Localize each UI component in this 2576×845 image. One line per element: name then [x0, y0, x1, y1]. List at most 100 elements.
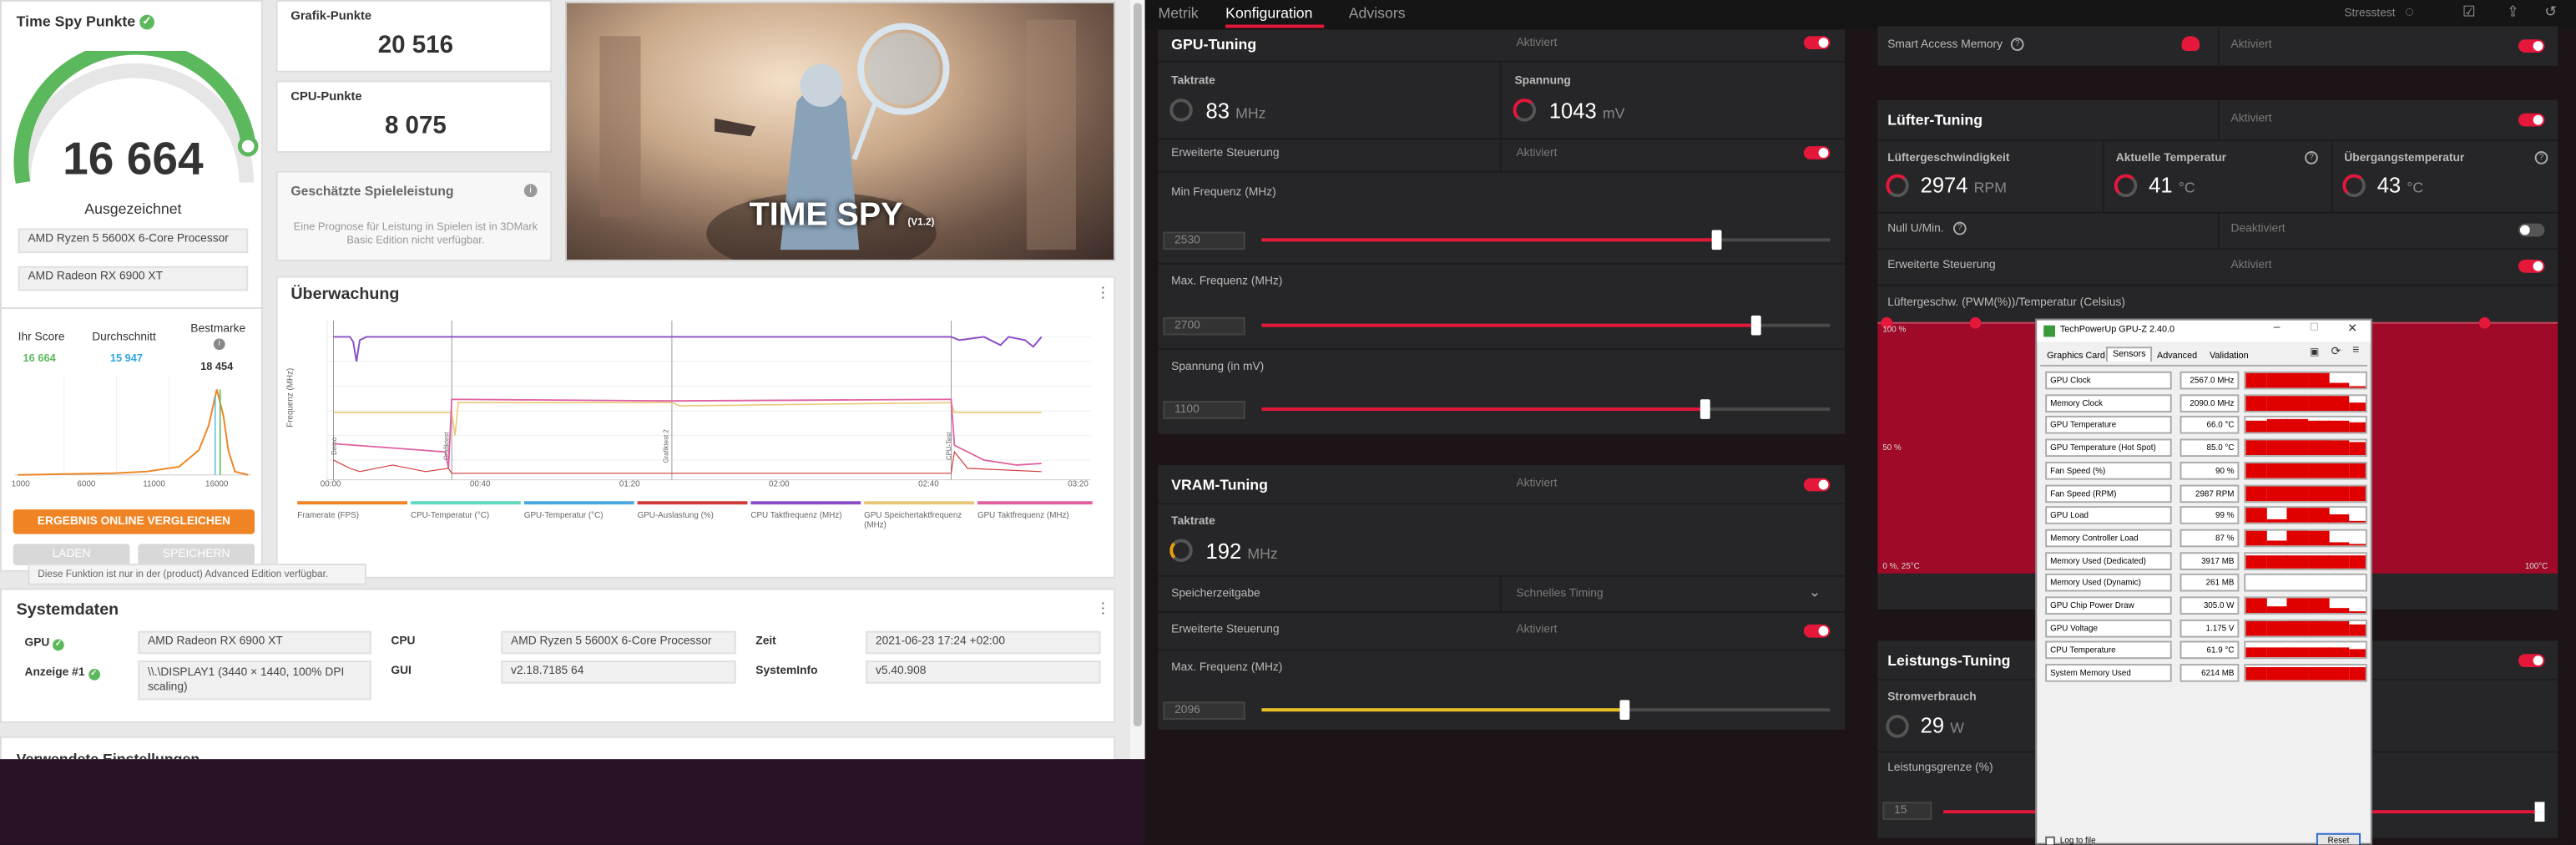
fan-curve-point[interactable] [2478, 316, 2491, 329]
reset-icon[interactable]: ↺ [2544, 3, 2557, 22]
camera-icon[interactable]: ▣ [2310, 347, 2319, 358]
power-tuning-toggle[interactable] [2518, 654, 2545, 668]
3dmark-window: Time Spy Punkte ✓ 16 664 Ausgezeichnet A… [0, 0, 1145, 760]
vram-advanced-control-toggle[interactable] [1803, 624, 1831, 638]
gpu-z-app-icon [2043, 325, 2055, 337]
junction-temperature-unit: °C [2407, 179, 2424, 196]
max-frequency-input[interactable]: 2700 [1163, 316, 1245, 336]
gui-label: GUI [391, 665, 412, 677]
menu-icon[interactable]: ≡ [2352, 345, 2359, 357]
gpuz-sensor-name[interactable]: System Memory Used [2045, 664, 2172, 682]
gpuz-graph-bar [2348, 402, 2366, 411]
more-options-icon[interactable]: ⋮ [1096, 600, 1111, 618]
scrollbar[interactable] [1129, 0, 1145, 760]
gpuz-graph-bar [2245, 589, 2267, 591]
info-icon[interactable]: i [213, 338, 225, 351]
gpuz-graph-bar [2327, 420, 2350, 433]
gpuz-tab-graphics-card[interactable]: Graphics Card [2042, 350, 2110, 363]
marker-cpu-test: CPU-Test [944, 432, 953, 461]
legend-gpu-load[interactable]: GPU-Auslastung (%) [638, 511, 748, 521]
gpuz-sensor-name[interactable]: GPU Temperature [2045, 416, 2172, 435]
gpuz-graph-bar [2265, 395, 2288, 411]
gpuz-sensor-name[interactable]: Fan Speed (RPM) [2045, 483, 2172, 503]
legend-cpu-temperature[interactable]: CPU-Temperatur (°C) [411, 511, 521, 521]
tab-configuration[interactable]: Konfiguration [1225, 5, 1312, 22]
refresh-icon[interactable]: ⟳ [2331, 345, 2341, 358]
memory-timing-dropdown[interactable]: Schnelles Timing [1516, 589, 1603, 600]
gpuz-graph-bar [2307, 667, 2329, 681]
gpuz-sensor-name[interactable]: Fan Speed (%) [2045, 461, 2172, 480]
help-icon[interactable]: ? [2305, 151, 2318, 164]
close-icon[interactable]: ✕ [2347, 322, 2357, 336]
gpu-advanced-control-toggle[interactable] [1803, 146, 1831, 159]
legend-framerate[interactable]: Framerate (FPS) [297, 511, 407, 521]
gpuz-graph-bar [2286, 646, 2309, 658]
stress-test-label[interactable]: Stresstest [2344, 8, 2395, 20]
x-tick-2: 00:40 [469, 479, 491, 490]
gpuz-graph-bar [2286, 589, 2309, 591]
more-options-icon[interactable]: ⋮ [1096, 284, 1111, 302]
gpuz-sensor-name[interactable]: GPU Temperature (Hot Spot) [2045, 438, 2172, 458]
reset-button[interactable]: Reset [2316, 832, 2361, 845]
gpuz-sensor-name[interactable]: Memory Used (Dynamic) [2045, 574, 2172, 593]
minimize-icon[interactable]: – [2274, 322, 2281, 334]
gpuz-sensor-name[interactable]: Memory Used (Dedicated) [2045, 551, 2172, 570]
zero-rpm-toggle[interactable] [2518, 223, 2545, 237]
checklist-icon[interactable]: ☑ [2462, 3, 2476, 22]
fan-advanced-control-toggle[interactable] [2518, 259, 2545, 273]
min-frequency-input[interactable]: 2530 [1163, 231, 1245, 250]
load-button[interactable]: LADEN [13, 544, 130, 565]
chevron-down-icon[interactable]: ⌄ [1809, 584, 1821, 602]
legend-gpu-clock[interactable]: GPU Taktfrequenz (MHz) [977, 511, 1096, 521]
gpuz-sensor-name[interactable]: GPU Load [2045, 506, 2172, 525]
export-icon[interactable]: ⇪ [2507, 3, 2519, 22]
fan-curve-point[interactable] [1969, 316, 1982, 329]
gpuz-graph-bar [2327, 485, 2350, 501]
log-to-file-checkbox[interactable] [2045, 836, 2055, 845]
gpuz-graph-bar [2286, 485, 2309, 501]
gpuz-sensor-name[interactable]: GPU Clock [2045, 371, 2172, 390]
voltage-setting-slider[interactable] [1261, 399, 1831, 419]
help-icon[interactable]: ? [2534, 151, 2548, 164]
voltage-setting-input[interactable]: 1100 [1163, 401, 1245, 419]
gpuz-sensor-name[interactable]: CPU Temperature [2045, 641, 2172, 660]
vram-max-frequency-slider[interactable] [1261, 700, 1831, 720]
time-value: 2021-06-23 17:24 +02:00 [866, 630, 1101, 655]
min-frequency-slider[interactable] [1261, 230, 1831, 250]
gpuz-graph-bar [2348, 422, 2366, 433]
legend-cpu-clock[interactable]: CPU Taktfrequenz (MHz) [750, 511, 861, 521]
maximize-icon[interactable]: ☐ [2310, 322, 2319, 334]
fan-tuning-toggle[interactable] [2518, 113, 2545, 127]
cpu-score-card: CPU-Punkte 8 075 [275, 80, 553, 154]
gpuz-graph-bar [2286, 440, 2309, 456]
gpuz-sensor-name[interactable]: GPU Voltage [2045, 619, 2172, 637]
gpu-tuning-toggle[interactable] [1803, 36, 1831, 50]
tab-advisors[interactable]: Advisors [1349, 5, 1406, 22]
legend-gpu-memory-clock[interactable]: GPU Speichertaktfrequenz (MHz) [864, 511, 974, 531]
help-icon[interactable]: ? [1952, 221, 1967, 235]
power-limit-input[interactable]: 15 [1882, 802, 1932, 821]
best-label: Bestmarke [190, 323, 246, 336]
max-frequency-slider[interactable] [1261, 315, 1831, 336]
help-icon[interactable]: ? [2010, 38, 2024, 52]
vram-tuning-toggle[interactable] [1803, 478, 1831, 492]
vram-max-frequency-input[interactable]: 2096 [1163, 701, 1245, 720]
gpuz-tab-sensors[interactable]: Sensors [2105, 347, 2153, 362]
gpuz-graph-bar [2245, 598, 2267, 614]
stress-test-icon[interactable]: ◌ [2405, 3, 2414, 20]
smart-access-memory-toggle[interactable] [2518, 39, 2545, 53]
gpuz-sensor-name[interactable]: Memory Clock [2045, 393, 2172, 412]
gpuz-graph-bar [2286, 530, 2309, 546]
gpuz-sensor-name[interactable]: Memory Controller Load [2045, 529, 2172, 548]
gpuz-tab-advanced[interactable]: Advanced [2152, 350, 2202, 363]
gpuz-sensor-graph [2244, 641, 2367, 660]
amd-brain-icon [2181, 36, 2200, 52]
legend-gpu-temperature[interactable]: GPU-Temperatur (°C) [524, 511, 634, 521]
gpuz-sensor-name[interactable]: GPU Chip Power Draw [2045, 596, 2172, 615]
gpuz-tab-validation[interactable]: Validation [2205, 350, 2254, 363]
save-button[interactable]: SPEICHERN [138, 544, 255, 565]
info-icon[interactable]: i [523, 184, 538, 198]
compare-online-button[interactable]: ERGEBNIS ONLINE VERGLEICHEN [13, 509, 255, 534]
gpuz-graph-bar [2265, 485, 2288, 501]
tab-metrics[interactable]: Metrik [1158, 5, 1198, 22]
